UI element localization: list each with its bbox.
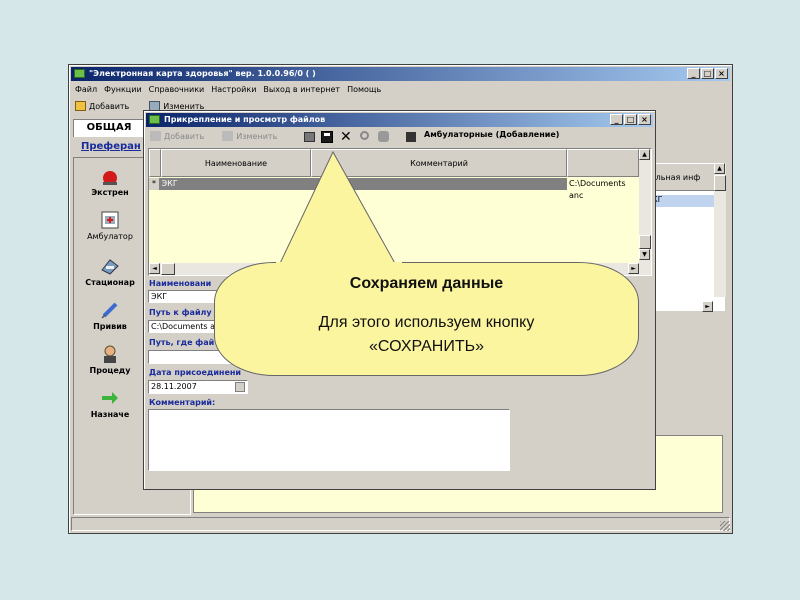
tab-general-label: ОБЩАЯ — [86, 122, 132, 133]
add-button[interactable]: Добавить — [89, 102, 129, 111]
dialog-add-button[interactable]: Добавить — [164, 132, 204, 141]
callout-bubble: Сохраняем данные Для этого используем кн… — [214, 262, 639, 376]
grid-scroll-thumb[interactable] — [639, 235, 651, 249]
sidebar-item-hospital[interactable]: Стационар — [74, 256, 146, 287]
dialog-edit-icon — [222, 131, 234, 141]
callout-body: Для этого используем кнопку «СОХРАНИТЬ» — [318, 314, 535, 355]
book-icon — [406, 132, 416, 142]
delete-icon[interactable]: ✕ — [340, 129, 352, 145]
dialog-maximize-button[interactable]: □ — [624, 114, 637, 125]
grid-hscroll-thumb[interactable] — [161, 263, 175, 275]
dialog-titlebar[interactable]: Прикрепление и просмотр файлов _ □ × — [146, 113, 653, 127]
row-marker: * — [149, 178, 159, 190]
sidebar-item-prescriptions[interactable]: Назначе — [74, 388, 146, 419]
date-field[interactable]: 28.11.2007 — [148, 380, 248, 394]
date-label: Дата присоединени — [149, 368, 242, 377]
menu-help[interactable]: Помощь — [347, 85, 381, 94]
menu-internet[interactable]: Выход в интернет — [263, 85, 340, 94]
right-scroll-thumb[interactable] — [714, 175, 726, 191]
save-path-label: Путь, где фай — [149, 338, 215, 347]
dialog-close-button[interactable]: × — [638, 114, 651, 125]
clinic-icon — [101, 211, 119, 229]
column-comment-label: Комментарий — [410, 159, 468, 168]
sidebar-item-emergency[interactable]: Экстрен — [74, 166, 146, 197]
main-title: "Электронная карта здоровья" вер. 1.0.0.… — [89, 69, 316, 78]
app-icon — [74, 69, 85, 78]
main-titlebar[interactable]: "Электронная карта здоровья" вер. 1.0.0.… — [71, 67, 730, 81]
right-grid-row[interactable]: КГ — [646, 195, 714, 207]
resize-grip-icon[interactable] — [720, 521, 730, 531]
comment-field[interactable] — [148, 409, 510, 471]
callout-join — [276, 262, 402, 264]
main-menubar: Файл Функции Справочники Настройки Выход… — [75, 85, 381, 94]
sidebar-item-vaccination[interactable]: Привив — [74, 300, 146, 331]
grid-row-header — [149, 149, 161, 177]
status-bar — [71, 517, 730, 531]
sidebar-label-hospital: Стационар — [85, 278, 135, 287]
add-icon — [75, 101, 86, 111]
menu-functions[interactable]: Функции — [104, 85, 142, 94]
preference-link-label: Преферан — [81, 141, 141, 152]
arrow-icon — [102, 392, 118, 404]
syringe-icon — [101, 302, 118, 319]
row-name-cell: ЭКГ — [161, 179, 178, 188]
dialog-app-icon — [149, 115, 160, 124]
sidebar-label-emergency: Экстрен — [91, 188, 129, 197]
dialog-minimize-button[interactable]: _ — [610, 114, 623, 125]
hand-icon[interactable] — [378, 131, 389, 142]
callout-pointer — [273, 150, 403, 277]
dialog-add-icon — [150, 131, 161, 141]
preference-link[interactable]: Преферан — [81, 141, 141, 152]
tab-general[interactable]: ОБЩАЯ — [73, 119, 145, 137]
comment-label: Комментарий: — [149, 398, 216, 407]
name-label: Наименовани — [149, 279, 212, 288]
dialog-title: Прикрепление и просмотр файлов — [164, 115, 326, 124]
dialog-context-label: Амбулаторные (Добавление) — [424, 130, 560, 139]
callout-title: Сохраняем данные — [349, 275, 504, 292]
open-folder-icon[interactable] — [304, 132, 315, 142]
sidebar-label-ambulatory: Амбулатор — [87, 232, 133, 241]
search-icon[interactable] — [360, 131, 369, 140]
bed-icon — [101, 259, 119, 275]
sidebar-item-procedures[interactable]: Процеду — [74, 344, 146, 375]
doctor-icon — [104, 345, 116, 363]
dialog-edit-button[interactable]: Изменить — [236, 132, 277, 141]
menu-reference[interactable]: Справочники — [149, 85, 205, 94]
row-path-cell: C:\Documents anc — [567, 178, 639, 202]
minimize-button[interactable]: _ — [687, 68, 700, 79]
right-scroll-right-button[interactable]: ► — [702, 301, 713, 312]
siren-icon — [103, 171, 117, 185]
maximize-button[interactable]: □ — [701, 68, 714, 79]
sidebar-label-prescriptions: Назначе — [90, 410, 130, 419]
grid-scroll-down-button[interactable]: ▼ — [639, 249, 650, 260]
grid-scroll-right-button[interactable]: ► — [628, 263, 639, 274]
grid-scroll-up-button[interactable]: ▲ — [639, 149, 650, 160]
calendar-icon[interactable] — [235, 382, 245, 392]
sidebar-label-vaccination: Привив — [93, 322, 127, 331]
menu-file[interactable]: Файл — [75, 85, 97, 94]
column-name-label: Наименование — [204, 159, 268, 168]
grid-scroll-left-button[interactable]: ◄ — [149, 263, 160, 274]
path-label: Путь к файлу — [149, 308, 212, 317]
dialog-toolbar: Добавить Изменить — [150, 131, 277, 141]
sidebar-label-procedures: Процеду — [89, 366, 131, 375]
right-scroll-up-button[interactable]: ▲ — [714, 163, 725, 174]
menu-settings[interactable]: Настройки — [211, 85, 256, 94]
column-header-path[interactable] — [567, 149, 639, 177]
close-button[interactable]: × — [715, 68, 728, 79]
sidebar-item-ambulatory[interactable]: Амбулатор — [74, 210, 146, 241]
save-icon[interactable] — [321, 131, 333, 143]
date-value: 28.11.2007 — [151, 382, 197, 391]
